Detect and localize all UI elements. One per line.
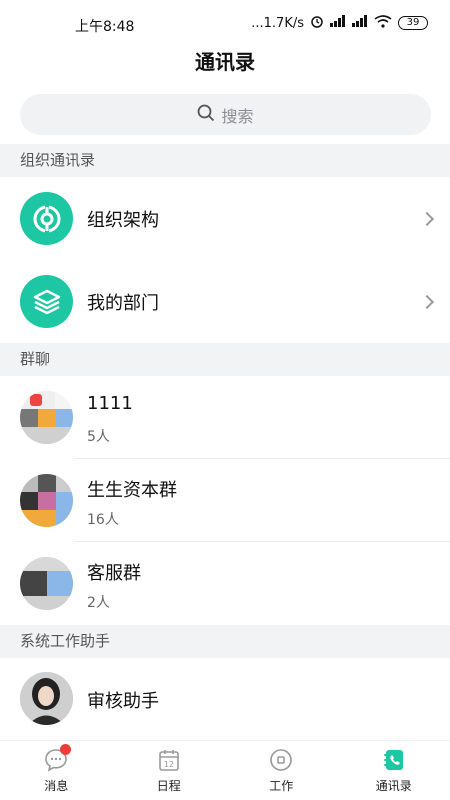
assistant-name: 审核助手 bbox=[87, 691, 159, 712]
group-name: 1111 bbox=[87, 393, 133, 414]
status-time: 上午8:48 bbox=[75, 19, 135, 35]
status-bar: 上午8:48 ...1.7K/s 39 bbox=[0, 0, 450, 40]
tab-work[interactable]: 工作 bbox=[225, 741, 338, 800]
group-avatar bbox=[20, 391, 73, 444]
chevron-right-icon bbox=[419, 211, 435, 227]
tab-label: 日程 bbox=[156, 779, 181, 793]
tab-label: 工作 bbox=[269, 779, 294, 793]
unread-badge bbox=[60, 744, 71, 755]
tab-schedule[interactable]: 12 日程 bbox=[113, 741, 226, 800]
search-placeholder: 搜索 bbox=[221, 106, 254, 126]
group-member-count: 5人 bbox=[87, 429, 110, 445]
tab-bar: 消息 12 日程 工作 通讯录 bbox=[0, 740, 450, 800]
group-row[interactable]: 生生资本群 16人 bbox=[0, 459, 450, 542]
calendar-icon: 12 bbox=[157, 748, 181, 772]
group-avatar bbox=[20, 557, 73, 610]
org-structure-label: 组织架构 bbox=[87, 210, 159, 231]
page-title: 通讯录 bbox=[195, 50, 255, 74]
group-avatar bbox=[20, 474, 73, 527]
section-header-groups: 群聊 bbox=[0, 343, 450, 376]
tab-label: 通讯录 bbox=[375, 779, 412, 793]
my-department-row[interactable]: 我的部门 bbox=[0, 260, 450, 343]
network-speed: ...1.7K/s bbox=[251, 15, 304, 31]
signal-icon bbox=[330, 15, 346, 31]
group-name: 生生资本群 bbox=[87, 480, 177, 501]
group-row[interactable]: 客服群 2人 bbox=[0, 542, 450, 625]
tab-contacts[interactable]: 通讯录 bbox=[338, 741, 450, 800]
group-member-count: 16人 bbox=[87, 512, 119, 528]
section-header-org: 组织通讯录 bbox=[0, 144, 450, 177]
assistant-row[interactable]: 审核助手 bbox=[0, 658, 450, 740]
battery-indicator: 39 bbox=[398, 16, 428, 30]
section-header-assistants: 系统工作助手 bbox=[0, 625, 450, 658]
alarm-icon bbox=[310, 14, 324, 32]
tab-label: 消息 bbox=[44, 779, 69, 793]
group-name: 客服群 bbox=[87, 563, 141, 584]
status-indicators: ...1.7K/s 39 bbox=[251, 14, 428, 32]
group-row[interactable]: 1111 5人 bbox=[0, 376, 450, 459]
org-structure-icon bbox=[20, 192, 73, 245]
work-icon bbox=[269, 748, 293, 772]
tab-messages[interactable]: 消息 bbox=[0, 741, 113, 800]
search-icon bbox=[197, 104, 215, 126]
avatar bbox=[20, 672, 73, 725]
group-member-count: 2人 bbox=[87, 595, 110, 611]
calendar-day: 12 bbox=[164, 760, 174, 769]
layers-icon bbox=[20, 275, 73, 328]
signal-2-icon bbox=[352, 15, 368, 31]
search-input[interactable]: 搜索 bbox=[20, 94, 431, 135]
contacts-icon bbox=[382, 748, 406, 772]
org-structure-row[interactable]: 组织架构 bbox=[0, 177, 450, 260]
wifi-icon bbox=[374, 14, 392, 32]
chevron-right-icon bbox=[419, 294, 435, 310]
my-department-label: 我的部门 bbox=[87, 293, 159, 314]
